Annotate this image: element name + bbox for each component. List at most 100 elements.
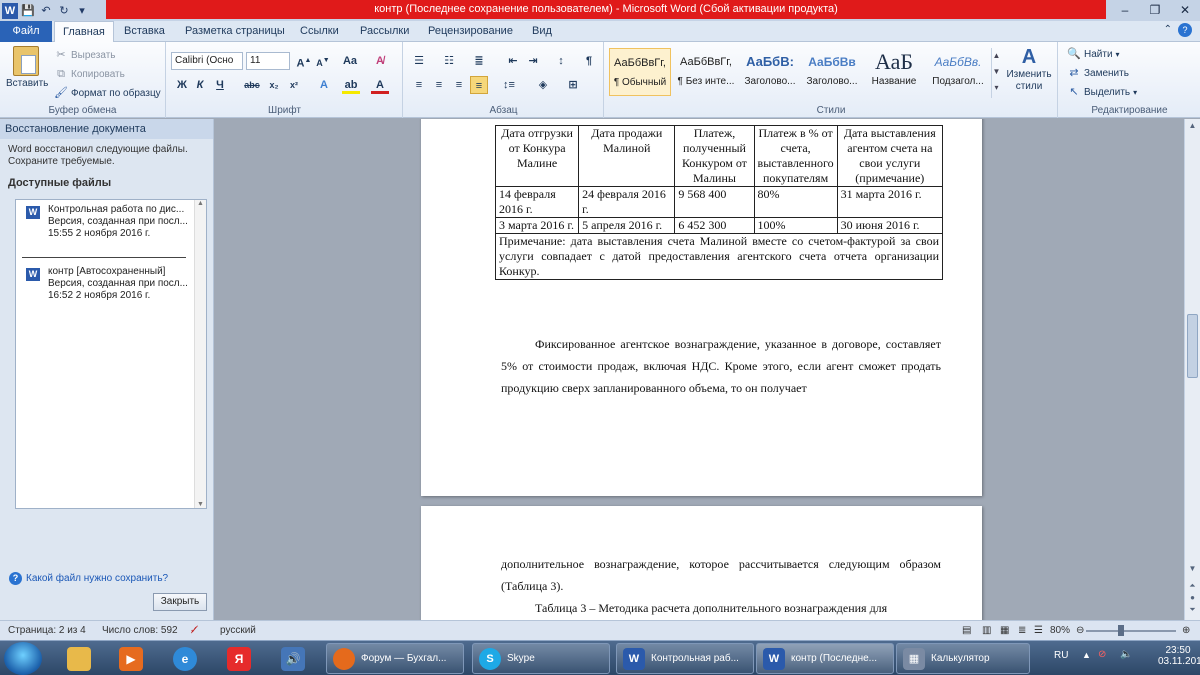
italic-icon[interactable]: К xyxy=(191,76,209,94)
file-list-scrollbar[interactable]: ▲ ▼ xyxy=(194,200,206,508)
language-indicator[interactable]: русский xyxy=(220,621,256,641)
redo-icon[interactable]: ↻ xyxy=(56,3,72,19)
tab-view[interactable]: Вид xyxy=(524,21,560,42)
browse-object-icon[interactable]: ● xyxy=(1187,593,1198,605)
find-button[interactable]: 🔍 Найти ▾ xyxy=(1067,47,1119,61)
network-warning-icon[interactable]: ⊘ xyxy=(1098,649,1106,660)
ie-pin[interactable]: e xyxy=(160,643,210,674)
show-hidden-icons-icon[interactable]: ▲ xyxy=(1082,650,1091,660)
table-cell[interactable]: 80% xyxy=(753,186,838,218)
close-window-button[interactable]: ✕ xyxy=(1170,0,1200,20)
language-bar[interactable]: RU xyxy=(1054,650,1068,661)
table-cell[interactable]: 14 февраля 2016 г. xyxy=(494,186,580,218)
full-screen-view-icon[interactable]: ▥ xyxy=(982,621,991,641)
help-icon[interactable]: ? xyxy=(1178,23,1192,37)
change-styles-button[interactable]: A Изменить стили xyxy=(1003,46,1055,93)
table-cell[interactable]: 6 452 300 xyxy=(674,217,755,234)
cut-button[interactable]: ✂ Вырезать xyxy=(54,48,115,62)
scroll-down-arrow-icon[interactable]: ▼ xyxy=(195,501,206,508)
replace-button[interactable]: ⇄ Заменить xyxy=(1067,66,1129,80)
font-color-icon[interactable]: A xyxy=(371,76,389,94)
which-file-help-link[interactable]: ? Какой файл нужно сохранить? xyxy=(9,572,168,585)
taskbar-calculator[interactable]: ▦ Калькулятор xyxy=(896,643,1030,674)
table-cell[interactable]: 100% xyxy=(753,217,838,234)
collapse-ribbon-icon[interactable]: ⌃ xyxy=(1164,24,1172,35)
format-painter-button[interactable]: 🖌 Формат по образцу xyxy=(54,86,161,100)
table-cell[interactable]: 9 568 400 xyxy=(674,186,755,218)
shading-icon[interactable]: ◈ xyxy=(534,76,552,94)
tab-home[interactable]: Главная xyxy=(54,21,114,43)
table-header-cell[interactable]: Платеж в % от счета, выставленного покуп… xyxy=(753,125,838,187)
style-heading-2[interactable]: АаБбВв Заголово... xyxy=(801,48,863,96)
volume-tray-icon[interactable]: 🔈 xyxy=(1120,649,1132,660)
tab-references[interactable]: Ссылки xyxy=(292,21,347,42)
page-indicator[interactable]: Страница: 2 из 4 xyxy=(8,621,86,641)
scroll-up-arrow-icon[interactable]: ▲ xyxy=(195,200,206,207)
style-title[interactable]: АаБ Название xyxy=(863,48,925,96)
shrink-font-icon[interactable]: A▼ xyxy=(314,52,332,70)
volume-pin[interactable]: 🔊 xyxy=(268,643,318,674)
web-layout-view-icon[interactable]: ▦ xyxy=(1000,621,1009,641)
word-count[interactable]: Число слов: 592 xyxy=(102,621,178,641)
minimize-button[interactable]: – xyxy=(1110,0,1140,20)
highlight-icon[interactable]: ab xyxy=(342,76,360,94)
tab-page-layout[interactable]: Разметка страницы xyxy=(177,21,293,42)
recovered-file-item[interactable]: W контр [Автосохраненный] Версия, создан… xyxy=(22,266,192,302)
clear-format-icon[interactable]: A̸ xyxy=(371,52,389,70)
zoom-level[interactable]: 80% xyxy=(1050,621,1070,641)
table-cell[interactable]: 24 февраля 2016 г. xyxy=(578,186,676,218)
tab-mailings[interactable]: Рассылки xyxy=(352,21,417,42)
previous-page-icon[interactable]: ⏶ xyxy=(1187,581,1198,593)
scroll-up-icon[interactable]: ▲ xyxy=(1187,121,1198,133)
taskbar-word-control[interactable]: W Контрольная раб... xyxy=(616,643,754,674)
zoom-slider[interactable] xyxy=(1086,630,1176,632)
table-header-cell[interactable]: Дата отгрузки от Конкура Малине xyxy=(494,125,580,187)
next-page-icon[interactable]: ⏷ xyxy=(1187,605,1198,617)
document-page[interactable]: дополнительное вознаграждение, которое р… xyxy=(421,506,982,620)
change-case-icon[interactable]: Aa xyxy=(341,52,359,70)
grow-font-icon[interactable]: A▲ xyxy=(295,52,313,70)
table-cell[interactable]: 30 июня 2016 г. xyxy=(836,217,944,234)
vertical-scrollbar[interactable]: ▲ ▼ ⏶ ● ⏷ xyxy=(1184,119,1200,620)
align-right-icon[interactable]: ≡ xyxy=(450,76,468,94)
tab-file[interactable]: Файл xyxy=(0,21,52,42)
undo-icon[interactable]: ↶ xyxy=(38,3,54,19)
customize-qat-icon[interactable]: ▾ xyxy=(74,3,90,19)
yandex-pin[interactable]: Я xyxy=(214,643,264,674)
subscript-icon[interactable]: x₂ xyxy=(265,76,283,94)
table-header-cell[interactable]: Дата продажи Малиной xyxy=(578,125,676,187)
close-recovery-button[interactable]: Закрыть xyxy=(153,593,207,611)
print-layout-view-icon[interactable]: ▤ xyxy=(962,621,971,641)
table-cell[interactable]: 3 марта 2016 г. xyxy=(494,217,580,234)
word-app-icon[interactable]: W xyxy=(2,2,18,19)
taskbar-skype[interactable]: S Skype xyxy=(472,643,610,674)
styles-scroll[interactable]: ▲ ▼ ▾ xyxy=(991,48,1001,98)
underline-icon[interactable]: Ч xyxy=(211,76,229,94)
align-left-icon[interactable]: ≡ xyxy=(410,76,428,94)
start-button[interactable] xyxy=(4,642,42,675)
body-paragraph[interactable]: Фиксированное агентское вознаграждение, … xyxy=(501,333,941,399)
style-heading-1[interactable]: АаБбВ: Заголово... xyxy=(739,48,801,96)
taskbar-firefox[interactable]: Форум — Бухгал... xyxy=(326,643,464,674)
media-player-pin[interactable]: ▶ xyxy=(106,643,156,674)
justify-icon[interactable]: ≡ xyxy=(470,76,488,94)
table-caption[interactable]: Таблица 3 – Методика расчета дополнитель… xyxy=(501,597,941,619)
decrease-indent-icon[interactable]: ⇤ xyxy=(504,52,522,70)
copy-button[interactable]: ⧉ Копировать xyxy=(54,67,125,81)
select-button[interactable]: ↖ Выделить ▾ xyxy=(1067,85,1137,99)
tab-review[interactable]: Рецензирование xyxy=(420,21,521,42)
strikethrough-icon[interactable]: abc xyxy=(243,76,261,94)
table-note-cell[interactable]: Примечание: дата выставления счета Малин… xyxy=(495,233,943,280)
scroll-down-icon[interactable]: ▼ xyxy=(1187,564,1198,576)
increase-indent-icon[interactable]: ⇥ xyxy=(524,52,542,70)
zoom-out-icon[interactable]: ⊖ xyxy=(1076,621,1084,641)
superscript-icon[interactable]: x² xyxy=(285,76,303,94)
align-center-icon[interactable]: ≡ xyxy=(430,76,448,94)
show-formatting-icon[interactable]: ¶ xyxy=(580,52,598,70)
table-header-cell[interactable]: Платеж, полученный Конкуром от Малины xyxy=(674,125,755,187)
save-icon[interactable]: 💾 xyxy=(20,3,36,19)
text-effects-icon[interactable]: A xyxy=(315,76,333,94)
proofing-icon[interactable]: ✓̸ xyxy=(190,621,198,641)
bullets-icon[interactable]: ☰ xyxy=(410,52,428,70)
style-subtitle[interactable]: АаБбВв. Подзагол... xyxy=(927,48,989,96)
